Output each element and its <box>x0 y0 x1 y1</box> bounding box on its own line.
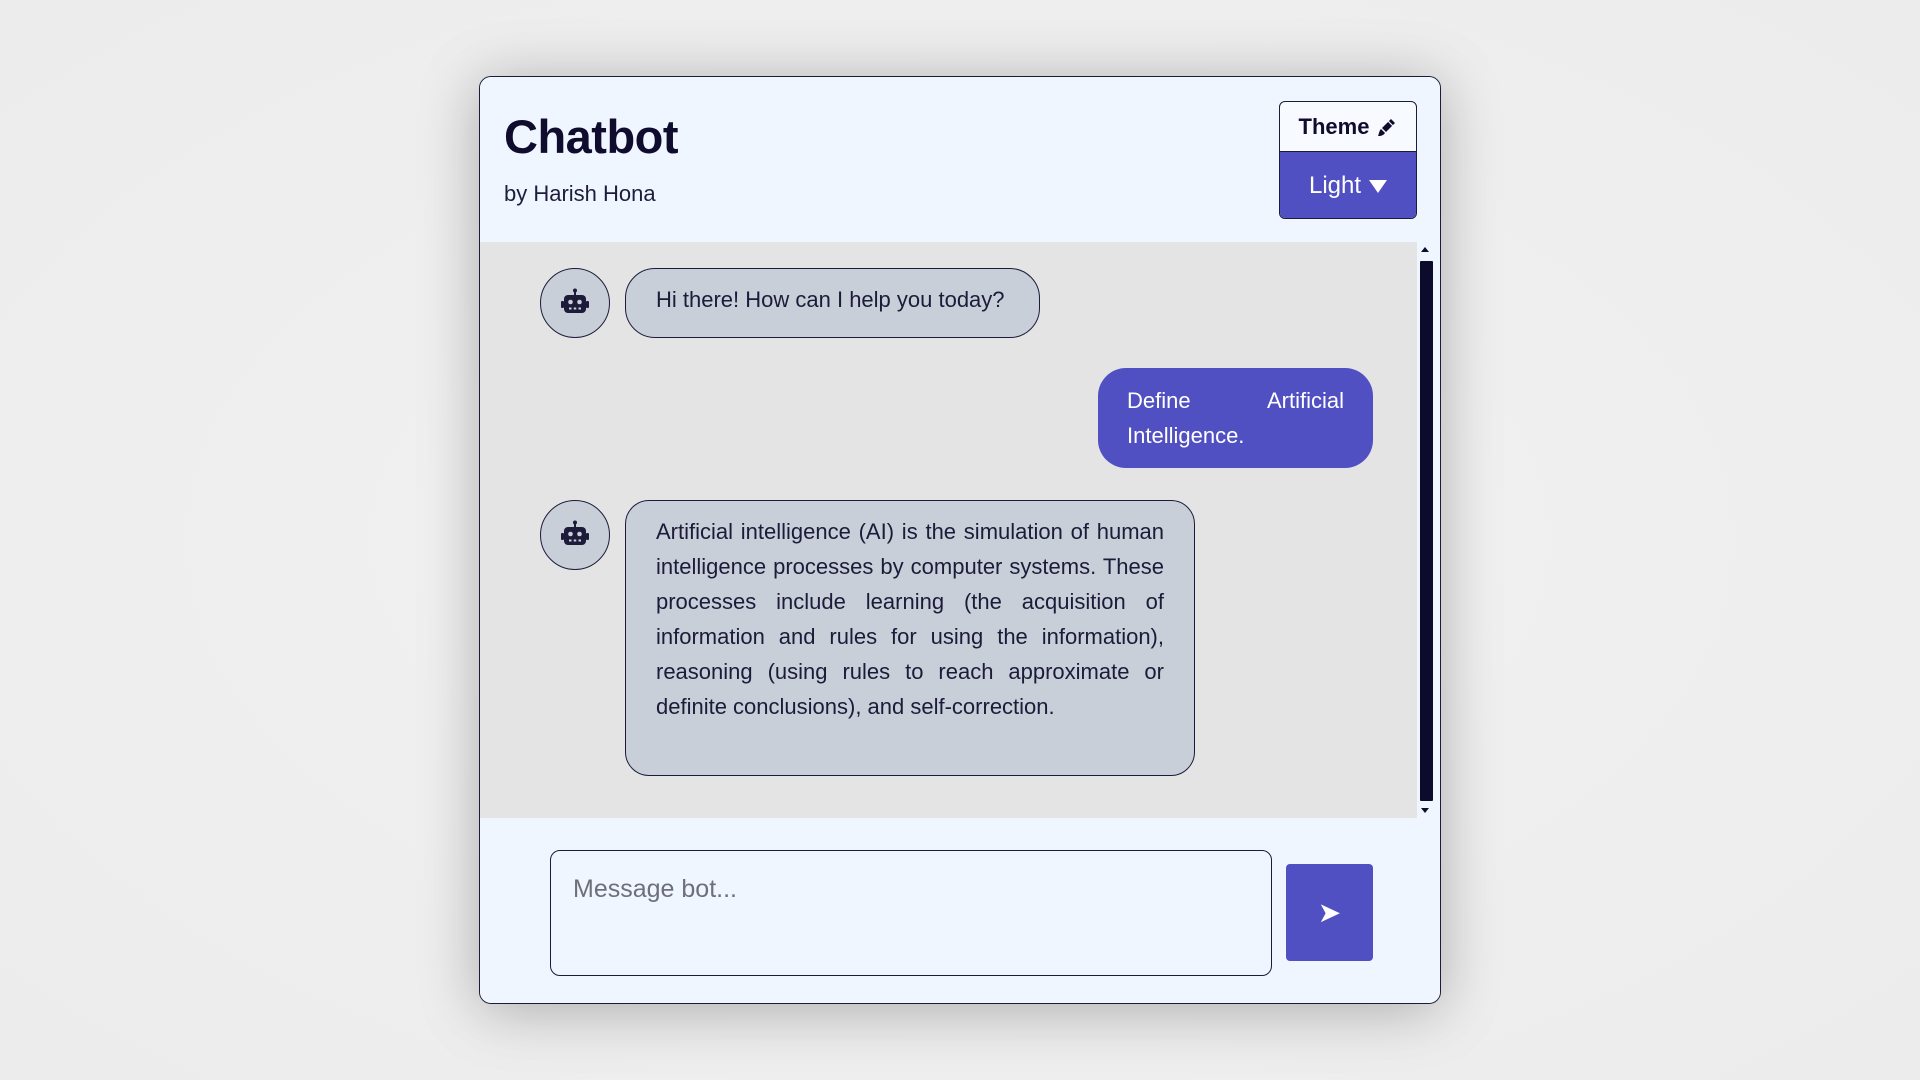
bot-message: Hi there! How can I help you today? <box>625 268 1040 338</box>
theme-dropdown[interactable]: Light <box>1280 152 1416 218</box>
send-icon: ➤ <box>1317 896 1342 929</box>
user-message-text: Define Artificial Intelligence. <box>1127 388 1344 448</box>
theme-label: Theme <box>1280 102 1416 152</box>
chat-header: Chatbot by Harish Hona Theme Light <box>480 77 1440 242</box>
paint-brush-icon <box>1378 118 1396 136</box>
scrollbar-thumb[interactable] <box>1420 261 1433 801</box>
user-message: Define Artificial Intelligence. <box>1098 368 1373 468</box>
robot-icon <box>561 288 589 313</box>
app-subtitle: by Harish Hona <box>504 181 656 206</box>
theme-label-text: Theme <box>1298 113 1370 139</box>
chatbot-window: Chatbot by Harish Hona Theme Light Hi th… <box>479 76 1441 1004</box>
theme-dropdown-value: Light <box>1308 172 1362 199</box>
bot-avatar <box>540 500 610 570</box>
send-button[interactable]: ➤ <box>1286 864 1373 961</box>
bot-message: Artificial intelligence (AI) is the simu… <box>625 500 1195 776</box>
page-background: Chatbot by Harish Hona Theme Light Hi th… <box>0 0 1920 1080</box>
caret-down-icon <box>1369 179 1388 193</box>
scroll-up-arrow-icon[interactable] <box>1421 247 1429 252</box>
robot-icon <box>561 520 589 545</box>
message-input[interactable] <box>550 850 1272 976</box>
scroll-down-arrow-icon[interactable] <box>1421 808 1429 813</box>
composer: ➤ <box>480 818 1440 1003</box>
bot-avatar <box>540 268 610 338</box>
app-title: Chatbot <box>504 110 679 163</box>
theme-selector: Theme Light <box>1279 101 1417 219</box>
